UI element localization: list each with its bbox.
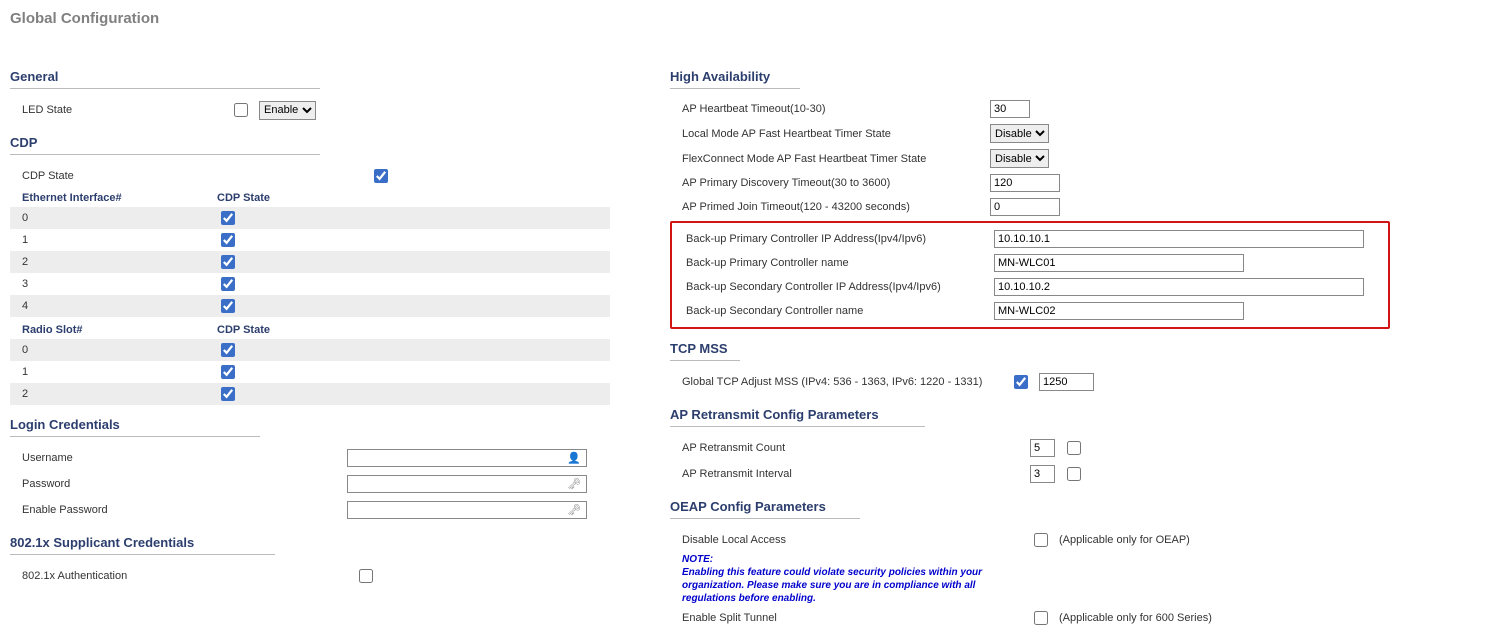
table-row: 4 [10,295,610,317]
local-fast-hb-select[interactable]: Disable [990,124,1049,143]
radio-slot-header: Radio Slot# [22,324,217,336]
table-row: 2 [10,383,610,405]
primary-discovery-timeout-label: AP Primary Discovery Timeout(30 to 3600) [682,177,982,189]
enable-split-tunnel-label: Enable Split Tunnel [682,612,1022,624]
table-row: 1 [10,229,610,251]
table-row: 0 [10,339,610,361]
section-general: General [10,69,320,89]
radio-cdp-2[interactable] [221,387,235,401]
table-row: 2 [10,251,610,273]
tcp-mss-checkbox[interactable] [1014,375,1028,389]
eth-cdp-3[interactable] [221,277,235,291]
disable-local-access-label: Disable Local Access [682,534,1022,546]
table-row: 0 [10,207,610,229]
section-tcp-mss: TCP MSS [670,341,740,361]
ap-retrans-interval-input[interactable] [1030,465,1055,483]
ap-retrans-count-checkbox[interactable] [1067,441,1081,455]
eth-cdpstate-header: CDP State [217,192,297,204]
table-row: 3 [10,273,610,295]
section-supplicant: 802.1x Supplicant Credentials [10,535,275,555]
eth-cdp-4[interactable] [221,299,235,313]
section-cdp: CDP [10,135,320,155]
tcp-mss-label: Global TCP Adjust MSS (IPv4: 536 - 1363,… [682,376,1002,388]
table-row: 1 [10,361,610,383]
backup-secondary-name-label: Back-up Secondary Controller name [686,305,986,317]
local-fast-hb-label: Local Mode AP Fast Heartbeat Timer State [682,128,982,140]
backup-primary-name-input[interactable] [994,254,1244,272]
primary-discovery-timeout-input[interactable] [990,174,1060,192]
oeap-note: NOTE: Enabling this feature could violat… [670,553,1032,605]
primed-join-timeout-input[interactable] [990,198,1060,216]
username-label: Username [22,452,347,464]
enable-password-label: Enable Password [22,504,347,516]
disable-local-access-checkbox[interactable] [1034,533,1048,547]
radio-cdpstate-header: CDP State [217,324,297,336]
password-input[interactable] [347,475,587,493]
ap-heartbeat-timeout-label: AP Heartbeat Timeout(10-30) [682,103,982,115]
dot1x-auth-label: 802.1x Authentication [22,570,347,582]
split-paren: (Applicable only for 600 Series) [1059,612,1212,624]
section-ha: High Availability [670,69,800,89]
led-state-select[interactable]: Enable [259,101,316,120]
section-login: Login Credentials [10,417,260,437]
backup-secondary-ip-input[interactable] [994,278,1364,296]
eth-cdp-1[interactable] [221,233,235,247]
page-title: Global Configuration [10,10,1475,27]
flex-fast-hb-label: FlexConnect Mode AP Fast Heartbeat Timer… [682,153,982,165]
enable-password-input[interactable] [347,501,587,519]
backup-secondary-ip-label: Back-up Secondary Controller IP Address(… [686,281,986,293]
oeap-paren: (Applicable only for OEAP) [1059,534,1190,546]
backup-primary-ip-label: Back-up Primary Controller IP Address(Ip… [686,233,986,245]
password-label: Password [22,478,347,490]
tcp-mss-input[interactable] [1039,373,1094,391]
cdp-state-checkbox[interactable] [374,169,388,183]
eth-cdp-2[interactable] [221,255,235,269]
section-ap-retransmit: AP Retransmit Config Parameters [670,407,925,427]
enable-split-tunnel-checkbox[interactable] [1034,611,1048,625]
ap-retrans-count-input[interactable] [1030,439,1055,457]
ap-retrans-interval-checkbox[interactable] [1067,467,1081,481]
radio-cdp-1[interactable] [221,365,235,379]
backup-primary-ip-input[interactable] [994,230,1364,248]
primed-join-timeout-label: AP Primed Join Timeout(120 - 43200 secon… [682,201,982,213]
flex-fast-hb-select[interactable]: Disable [990,149,1049,168]
ap-retrans-count-label: AP Retransmit Count [682,442,1022,454]
eth-cdp-0[interactable] [221,211,235,225]
backup-primary-name-label: Back-up Primary Controller name [686,257,986,269]
section-oeap: OEAP Config Parameters [670,499,860,519]
radio-cdp-0[interactable] [221,343,235,357]
led-state-label: LED State [22,104,222,116]
dot1x-auth-checkbox[interactable] [359,569,373,583]
ap-retrans-interval-label: AP Retransmit Interval [682,468,1022,480]
ap-heartbeat-timeout-input[interactable] [990,100,1030,118]
backup-secondary-name-input[interactable] [994,302,1244,320]
cdp-state-label: CDP State [22,170,362,182]
led-state-checkbox[interactable] [234,103,248,117]
username-input[interactable] [347,449,587,467]
backup-controllers-highlight: Back-up Primary Controller IP Address(Ip… [670,221,1390,329]
eth-interface-header: Ethernet Interface# [22,192,217,204]
